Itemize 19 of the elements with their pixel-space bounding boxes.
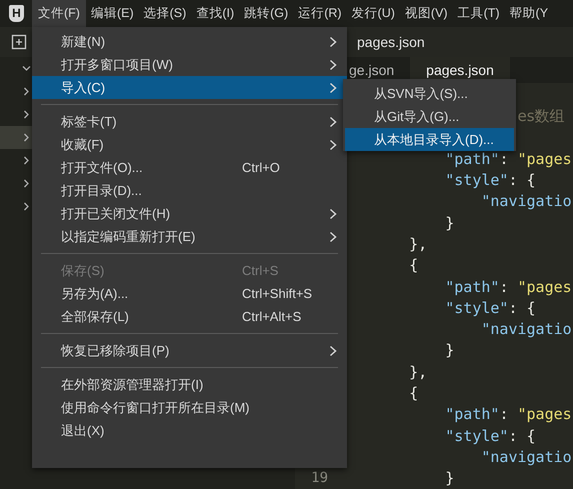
code-line: "path": "pages xyxy=(445,405,572,424)
code-line: } xyxy=(445,469,454,488)
code-line: { xyxy=(409,256,418,274)
code-line: "path": "pages xyxy=(445,150,572,168)
app-logo: H xyxy=(9,5,24,22)
code-line: } xyxy=(445,341,454,360)
code-line: "navigatio xyxy=(481,192,572,210)
code-line: "path": "pages xyxy=(445,278,572,296)
code-line: } xyxy=(445,214,454,232)
code-line: "style": { xyxy=(445,298,536,317)
code-line: }, xyxy=(409,362,428,381)
code-line: }, xyxy=(409,234,428,253)
code-line: "navigatio xyxy=(481,320,572,338)
code-line: { xyxy=(409,384,418,402)
line-number: 19 xyxy=(311,470,328,486)
code-comment: es数组 xyxy=(518,106,565,125)
code-line: "navigatio xyxy=(481,448,572,466)
code-line: "style": { xyxy=(445,426,536,445)
code-line: "style": { xyxy=(445,171,536,190)
